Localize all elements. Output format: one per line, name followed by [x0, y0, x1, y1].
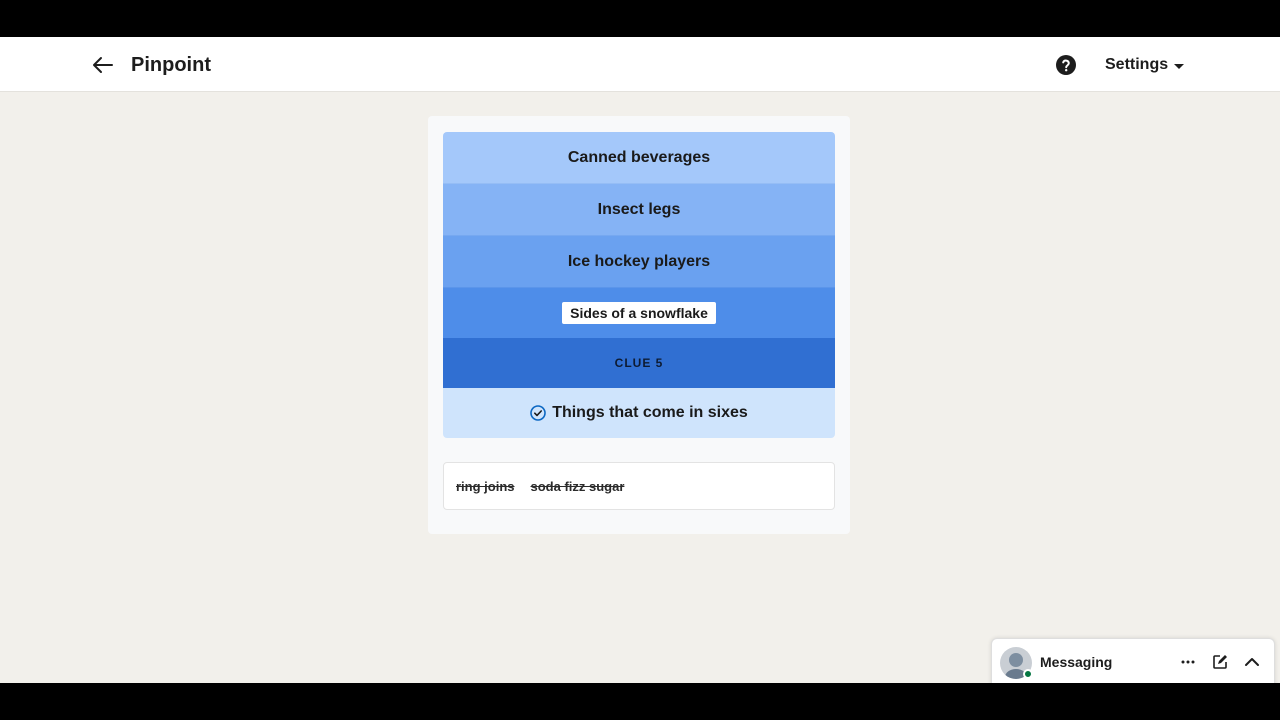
guess-2: soda fizz sugar	[530, 478, 625, 494]
top-header: Pinpoint Settings	[0, 37, 1280, 92]
check-circle-icon	[530, 405, 546, 421]
messaging-label[interactable]: Messaging	[1040, 654, 1112, 670]
clue-4: Sides of a snowflake	[443, 288, 835, 338]
clue-4-highlight: Sides of a snowflake	[562, 302, 716, 324]
expand-messaging-button[interactable]	[1242, 652, 1262, 672]
messaging-widget[interactable]: Messaging	[991, 638, 1275, 683]
arrow-left-icon	[93, 57, 113, 73]
chevron-up-icon	[1245, 658, 1259, 666]
letterbox-top	[0, 0, 1280, 37]
clue-1: Canned beverages	[443, 132, 835, 184]
settings-dropdown[interactable]: Settings	[1105, 54, 1185, 76]
back-button[interactable]	[88, 50, 118, 80]
clue-2: Insect legs	[443, 184, 835, 236]
settings-label: Settings	[1105, 56, 1169, 73]
online-status-dot	[1023, 669, 1033, 679]
letterbox-bottom	[0, 683, 1280, 720]
page-title: Pinpoint	[131, 54, 211, 76]
compose-icon	[1213, 655, 1227, 669]
pinpoint-game-card: Canned beverages Insect legs Ice hockey …	[428, 116, 850, 534]
app-viewport: Pinpoint Settings Canned beverages Insec…	[0, 37, 1280, 683]
guess-1: ring joins	[456, 478, 515, 494]
previous-guesses: ring joins soda fizz sugar	[443, 462, 835, 510]
question-circle-icon	[1056, 55, 1076, 75]
answer-text: Things that come in sixes	[552, 404, 748, 421]
more-options-button[interactable]	[1178, 652, 1198, 672]
clue-5-hidden: CLUE 5	[443, 338, 835, 388]
more-horizontal-icon	[1181, 660, 1195, 664]
caret-down-icon	[1174, 63, 1185, 69]
clue-stack: Canned beverages Insect legs Ice hockey …	[443, 132, 835, 438]
clue-3: Ice hockey players	[443, 236, 835, 288]
solved-answer: Things that come in sixes	[443, 388, 835, 438]
compose-message-button[interactable]	[1210, 652, 1230, 672]
help-button[interactable]	[1055, 54, 1077, 76]
